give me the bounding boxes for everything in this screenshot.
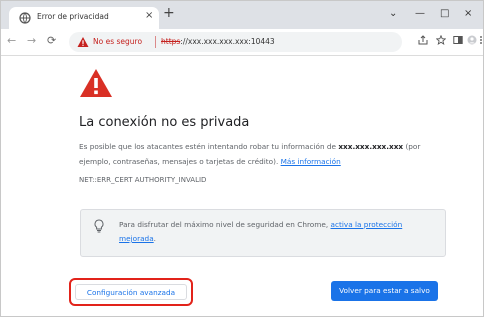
not-secure-label[interactable]: No es seguro	[93, 37, 142, 46]
more-info-link[interactable]: Más información	[281, 157, 341, 166]
warning-icon	[77, 37, 89, 47]
tab-strip: Error de privacidad × + ⌄ — □ ×	[1, 1, 483, 29]
reload-icon[interactable]: ⟳	[47, 34, 56, 47]
lightbulb-icon	[94, 219, 104, 233]
profile-icon[interactable]	[467, 35, 477, 45]
address-bar[interactable]: No es seguro https://xxx.xxx.xxx.xxx:104…	[69, 32, 402, 52]
url-host: ://xxx.xxx.xxx.xxx:10443	[180, 37, 275, 46]
menu-icon[interactable]	[479, 35, 483, 45]
url-text[interactable]: https://xxx.xxx.xxx.xxx:10443	[161, 37, 275, 46]
minimize-icon[interactable]: —	[415, 8, 425, 19]
error-code: NET::ERR_CERT AUTHORITY_INVALID	[79, 176, 207, 184]
back-icon[interactable]: ←	[7, 34, 16, 47]
tab-privacy-error[interactable]: Error de privacidad ×	[9, 7, 159, 29]
enhanced-protection-box: Para disfrutar del máximo nivel de segur…	[80, 209, 446, 257]
info-text: Para disfrutar del máximo nivel de segur…	[119, 220, 331, 229]
paragraph-text: Es posible que los atacantes estén inten…	[79, 142, 339, 151]
security-separator	[155, 36, 156, 48]
page-title: La conexión no es privada	[79, 115, 250, 130]
tab-search-icon[interactable]: ⌄	[389, 8, 397, 19]
enhanced-protection-text: Para disfrutar del máximo nivel de segur…	[119, 218, 434, 246]
star-icon[interactable]	[436, 35, 446, 45]
new-tab-button[interactable]: +	[163, 6, 175, 20]
advanced-button-highlight: Configuración avanzada	[69, 278, 193, 306]
forward-icon[interactable]: →	[27, 34, 36, 47]
browser-toolbar: ← → ⟳ No es seguro https://xxx.xxx.xxx.x…	[1, 29, 483, 56]
tab-close-icon[interactable]: ×	[145, 10, 153, 21]
host-address: xxx.xxx.xxx.xxx	[338, 142, 404, 151]
url-scheme: https	[161, 37, 181, 46]
maximize-icon[interactable]: □	[440, 8, 449, 19]
sidebar-icon[interactable]	[453, 35, 463, 45]
share-icon[interactable]	[418, 35, 428, 45]
globe-icon	[19, 12, 31, 24]
warning-paragraph: Es posible que los atacantes estén inten…	[79, 139, 449, 169]
warning-triangle-icon	[80, 69, 112, 97]
back-to-safety-button[interactable]: Volver para estar a salvo	[331, 281, 438, 301]
tab-title: Error de privacidad	[37, 12, 109, 21]
info-text-end: .	[153, 234, 156, 243]
close-window-icon[interactable]: ×	[464, 8, 472, 19]
advanced-settings-button[interactable]: Configuración avanzada	[75, 284, 187, 300]
